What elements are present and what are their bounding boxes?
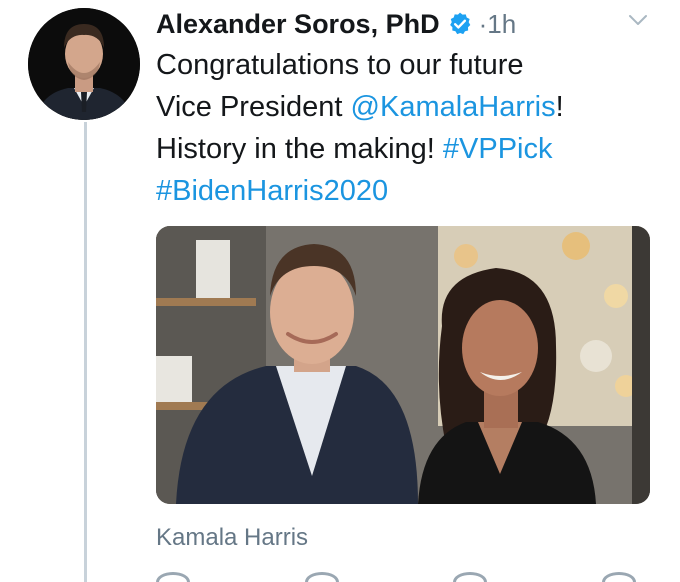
photo-tag-label[interactable]: Kamala Harris bbox=[156, 524, 308, 552]
chevron-down-icon[interactable] bbox=[626, 10, 650, 30]
photo-image bbox=[156, 226, 650, 504]
tweet-header: Alexander Soros, PhD ·1h bbox=[156, 4, 516, 44]
mention-link[interactable]: @KamalaHarris bbox=[351, 91, 556, 123]
tweet-actions bbox=[156, 572, 636, 582]
tweet-text: Congratulations to our future Vice Presi… bbox=[156, 44, 666, 212]
tweet-text-line: #BidenHarris2020 bbox=[156, 170, 666, 212]
hashtag-link[interactable]: #BidenHarris2020 bbox=[156, 175, 388, 207]
photo-tag[interactable]: Kamala Harris bbox=[156, 524, 308, 552]
tweet-text-line: History in the making! #VPPick bbox=[156, 133, 553, 165]
share-icon[interactable] bbox=[601, 572, 636, 582]
hashtag-link[interactable]: #VPPick bbox=[443, 133, 553, 165]
tweet-timestamp[interactable]: ·1h bbox=[479, 9, 517, 40]
tweet-text-line: Vice President @KamalaHarris! bbox=[156, 91, 564, 123]
tweet-photo[interactable] bbox=[156, 226, 650, 504]
avatar-image bbox=[28, 8, 140, 120]
thread-line bbox=[84, 122, 87, 582]
author-name[interactable]: Alexander Soros, PhD bbox=[156, 9, 440, 40]
avatar[interactable] bbox=[28, 8, 140, 120]
verified-badge-icon bbox=[447, 11, 473, 37]
retweet-icon[interactable] bbox=[304, 572, 339, 582]
tweet-text-line: Congratulations to our future bbox=[156, 49, 524, 81]
reply-icon[interactable] bbox=[156, 572, 190, 582]
like-icon[interactable] bbox=[453, 572, 488, 582]
